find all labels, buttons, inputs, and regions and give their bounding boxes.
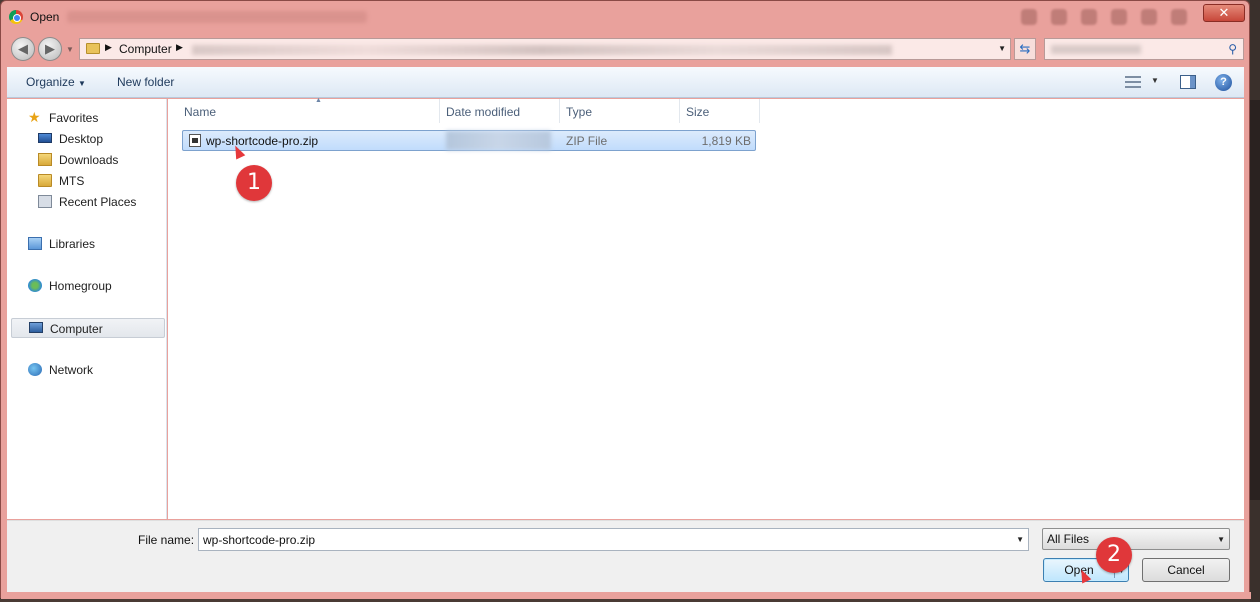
view-options-dropdown-icon[interactable]: ▼ bbox=[1151, 76, 1159, 85]
recent-places-icon bbox=[38, 195, 52, 208]
preview-pane-icon[interactable] bbox=[1180, 75, 1196, 89]
column-header-label: Size bbox=[686, 105, 710, 119]
file-name-field[interactable]: wp-shortcode-pro.zip ▼ bbox=[198, 528, 1029, 551]
column-header-label: Date modified bbox=[446, 105, 521, 119]
breadcrumb-computer[interactable]: Computer bbox=[119, 42, 172, 56]
address-bar[interactable]: ▶ Computer ▶ ▼ bbox=[79, 38, 1011, 60]
nav-network[interactable]: Network bbox=[7, 360, 165, 380]
help-icon[interactable]: ? bbox=[1215, 74, 1232, 91]
nav-libraries-label: Libraries bbox=[49, 237, 96, 251]
nav-item-label: Desktop bbox=[59, 132, 104, 146]
search-icon[interactable]: ⚲ bbox=[1228, 42, 1237, 56]
title-bar: Open ✕ bbox=[1, 1, 1249, 34]
folder-icon bbox=[86, 43, 100, 54]
blurred-title-url bbox=[67, 11, 367, 23]
nav-favorites-label: Favorites bbox=[49, 111, 99, 125]
close-icon: ✕ bbox=[1218, 5, 1230, 20]
file-type: ZIP File bbox=[566, 134, 608, 148]
close-button[interactable]: ✕ bbox=[1203, 4, 1245, 22]
nav-item-label: Downloads bbox=[59, 153, 119, 167]
nav-item-label: MTS bbox=[59, 174, 85, 188]
refresh-button[interactable]: ⇆ bbox=[1014, 38, 1036, 60]
open-file-dialog: Open ✕ ◀ ▶ ▼ ▶ Computer ▶ ▼ ⇆ ⚲ Organize… bbox=[0, 0, 1251, 599]
column-header-label: Name bbox=[184, 105, 217, 119]
file-name-dropdown-icon[interactable]: ▼ bbox=[1016, 535, 1024, 544]
file-size: 1,819 KB bbox=[701, 134, 751, 148]
nav-homegroup[interactable]: Homegroup bbox=[7, 276, 165, 296]
extension-icon bbox=[1111, 9, 1127, 25]
favorites-star-icon: ★ bbox=[28, 109, 41, 125]
nav-libraries[interactable]: Libraries bbox=[7, 234, 165, 254]
blurred-search-placeholder bbox=[1051, 45, 1141, 54]
file-name-value: wp-shortcode-pro.zip bbox=[203, 533, 316, 547]
chrome-icon bbox=[9, 10, 23, 24]
command-bar: Organize ▼ New folder ▼ ? bbox=[7, 67, 1244, 98]
address-row: ◀ ▶ ▼ ▶ Computer ▶ ▼ ⇆ ⚲ bbox=[1, 34, 1249, 64]
column-header-label: Type bbox=[566, 105, 593, 119]
file-row-selected[interactable]: wp-shortcode-pro.zip ZIP File 1,819 KB bbox=[182, 130, 756, 151]
search-input[interactable]: ⚲ bbox=[1044, 38, 1244, 60]
extension-icon bbox=[1171, 9, 1187, 25]
file-type-filter-select[interactable]: All Files ▼ bbox=[1042, 528, 1230, 550]
nav-item-label: Recent Places bbox=[59, 195, 137, 209]
column-header-date-modified[interactable]: Date modified bbox=[440, 99, 560, 123]
nav-item-mts[interactable]: MTS bbox=[7, 171, 165, 191]
sort-ascending-icon: ▲ bbox=[315, 97, 322, 104]
background-app-strip bbox=[1250, 0, 1260, 602]
nav-item-recent-places[interactable]: Recent Places bbox=[7, 192, 165, 212]
step-badge-2: 2 bbox=[1096, 537, 1132, 573]
breadcrumb-arrow-icon[interactable]: ▶ bbox=[176, 42, 183, 53]
nav-computer[interactable]: Computer bbox=[11, 318, 165, 338]
file-list: Name ▲ Date modified Type Size wp-shortc… bbox=[168, 97, 1244, 519]
chevron-down-icon: ▼ bbox=[78, 79, 86, 88]
blurred-extension-icons bbox=[1021, 9, 1201, 25]
address-dropdown-icon[interactable]: ▼ bbox=[998, 44, 1006, 53]
nav-item-desktop[interactable]: Desktop bbox=[7, 129, 165, 149]
refresh-icon: ⇆ bbox=[1019, 41, 1031, 56]
extension-icon bbox=[1141, 9, 1157, 25]
forward-button[interactable]: ▶ bbox=[38, 37, 62, 61]
extension-icon bbox=[1021, 9, 1037, 25]
nav-network-label: Network bbox=[49, 363, 94, 377]
column-header-type[interactable]: Type bbox=[560, 99, 680, 123]
recent-locations-dropdown-icon[interactable]: ▼ bbox=[66, 45, 74, 54]
back-arrow-icon: ◀ bbox=[18, 41, 28, 56]
chevron-down-icon: ▼ bbox=[1217, 535, 1225, 544]
file-name: wp-shortcode-pro.zip bbox=[206, 134, 319, 148]
window-frame-bottom bbox=[1, 592, 1251, 599]
zip-file-icon bbox=[189, 134, 201, 147]
dialog-footer: File name: wp-shortcode-pro.zip ▼ All Fi… bbox=[7, 520, 1244, 592]
nav-favorites[interactable]: ★ Favorites bbox=[7, 108, 165, 128]
homegroup-icon bbox=[28, 279, 42, 292]
nav-homegroup-label: Homegroup bbox=[49, 279, 112, 293]
folder-icon bbox=[38, 174, 52, 187]
extension-icon bbox=[1081, 9, 1097, 25]
file-name-label: File name: bbox=[138, 533, 195, 547]
nav-computer-label: Computer bbox=[50, 322, 103, 336]
computer-icon bbox=[29, 322, 43, 333]
step-badge-1: 1 bbox=[236, 165, 272, 201]
column-header-size[interactable]: Size bbox=[680, 99, 760, 123]
column-headers: Name ▲ Date modified Type Size bbox=[168, 97, 768, 123]
downloads-folder-icon bbox=[38, 153, 52, 166]
filter-value: All Files bbox=[1047, 532, 1090, 546]
change-view-icon[interactable] bbox=[1125, 76, 1141, 88]
blurred-date-modified bbox=[446, 131, 551, 150]
libraries-icon bbox=[28, 237, 42, 250]
new-folder-button[interactable]: New folder bbox=[117, 75, 174, 89]
network-icon bbox=[28, 363, 42, 376]
column-header-name[interactable]: Name ▲ bbox=[178, 97, 440, 123]
extension-icon bbox=[1051, 9, 1067, 25]
blurred-path bbox=[192, 45, 892, 55]
navigation-pane: ★ Favorites Desktop Downloads MTS Recent… bbox=[7, 99, 167, 519]
window-title: Open bbox=[30, 10, 60, 24]
forward-arrow-icon: ▶ bbox=[45, 41, 55, 56]
breadcrumb-arrow-icon[interactable]: ▶ bbox=[105, 42, 112, 53]
desktop-icon bbox=[38, 133, 52, 143]
nav-item-downloads[interactable]: Downloads bbox=[7, 150, 165, 170]
back-button[interactable]: ◀ bbox=[11, 37, 35, 61]
cancel-button[interactable]: Cancel bbox=[1142, 558, 1230, 582]
organize-label: Organize bbox=[26, 75, 75, 89]
organize-button[interactable]: Organize ▼ bbox=[26, 75, 86, 89]
